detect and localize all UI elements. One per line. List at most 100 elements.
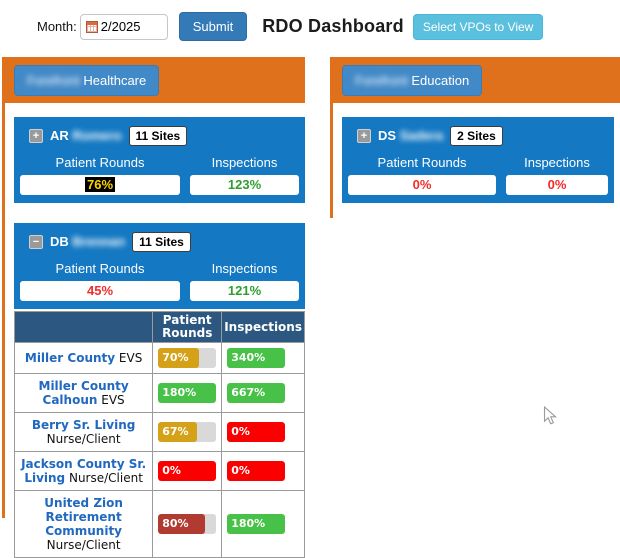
sites-badge: 11 Sites — [129, 126, 188, 146]
sites-badge: 2 Sites — [450, 126, 503, 146]
group-head: + AR Romero 11 Sites — [14, 126, 305, 145]
inspections-label: Inspections — [190, 261, 299, 276]
inspections-label: Inspections — [506, 155, 608, 170]
group-initials: AR — [50, 128, 69, 143]
progress-bar: 0% — [158, 461, 216, 481]
site-name-cell: Jackson County Sr. Living Nurse/Client — [15, 452, 153, 491]
patient-rounds-value: 45% — [20, 281, 180, 301]
site-type: Nurse/Client — [69, 471, 143, 485]
page-title: RDO Dashboard — [262, 16, 404, 37]
progress-bar: 70% — [158, 348, 216, 368]
group-card-ar: + AR Romero 11 Sites Patient Rounds Insp… — [14, 117, 305, 203]
site-link[interactable]: United Zion Retirement Community — [44, 496, 123, 538]
col-header-inspections: Inspections — [222, 312, 305, 343]
progress-bar: 340% — [227, 348, 285, 368]
inspections-label: Inspections — [190, 155, 299, 170]
inspections-cell: 0% — [222, 413, 305, 452]
site-type: EVS — [119, 351, 142, 365]
metric-values: 76% 123% — [14, 175, 305, 195]
healthcare-panel-header: Forefront Healthcare — [5, 57, 305, 103]
metric-labels: Patient Rounds Inspections — [342, 155, 614, 170]
group-card-db: − DB Brennan 11 Sites Patient Rounds Ins… — [14, 223, 305, 309]
bar-label: 180% — [231, 514, 265, 534]
brand-name-blurred: Forefront — [27, 73, 80, 88]
site-link[interactable]: Miller County — [25, 351, 115, 365]
metric-labels: Patient Rounds Inspections — [14, 155, 305, 170]
inspections-cell: 180% — [222, 491, 305, 558]
patient-rounds-value: 76% — [20, 175, 180, 195]
bar-label: 0% — [231, 461, 250, 481]
healthcare-brand-button[interactable]: Forefront Healthcare — [14, 65, 159, 96]
site-name-cell: Miller County Calhoun EVS — [15, 374, 153, 413]
top-toolbar: Month: 2/2025 Submit RDO Dashboard Selec… — [37, 12, 543, 41]
site-name-cell: United Zion Retirement Community Nurse/C… — [15, 491, 153, 558]
inspections-value: 0% — [506, 175, 608, 195]
patient-rounds-cell: 0% — [153, 452, 222, 491]
progress-bar: 180% — [227, 514, 285, 534]
site-type: Nurse/Client — [47, 432, 121, 446]
inspections-cell: 340% — [222, 343, 305, 374]
table-row: Jackson County Sr. Living Nurse/Client 0… — [15, 452, 305, 491]
group-surname-blurred: Romero — [72, 128, 121, 143]
site-link[interactable]: Berry Sr. Living — [32, 418, 136, 432]
empty-header-cell — [15, 312, 153, 343]
highlighted-value: 76% — [85, 177, 115, 192]
healthcare-panel: Forefront Healthcare + AR Romero 11 Site… — [2, 57, 305, 518]
group-name: DB Brennan — [50, 234, 125, 249]
table-row: Berry Sr. Living Nurse/Client 67% 0% — [15, 413, 305, 452]
patient-rounds-cell: 70% — [153, 343, 222, 374]
sites-badge: 11 Sites — [132, 232, 191, 252]
group-surname-blurred: Sadera — [400, 128, 443, 143]
group-surname-blurred: Brennan — [72, 234, 125, 249]
site-name-cell: Berry Sr. Living Nurse/Client — [15, 413, 153, 452]
col-header-patient-rounds: Patient Rounds — [153, 312, 222, 343]
progress-bar: 180% — [158, 383, 216, 403]
site-type: EVS — [101, 393, 124, 407]
education-brand-button[interactable]: Forefront Education — [342, 65, 482, 96]
education-panel: Forefront Education + DS Sadera 2 Sites … — [330, 57, 620, 218]
progress-bar: 80% — [158, 514, 216, 534]
patient-rounds-cell: 67% — [153, 413, 222, 452]
month-label: Month: — [37, 19, 77, 34]
table-row: Miller County EVS 70% 340% — [15, 343, 305, 374]
expand-icon[interactable]: + — [357, 129, 371, 143]
patient-rounds-label: Patient Rounds — [20, 155, 180, 170]
progress-bar: 0% — [227, 422, 285, 442]
metric-values: 0% 0% — [342, 175, 614, 195]
patient-rounds-cell: 80% — [153, 491, 222, 558]
progress-bar: 667% — [227, 383, 285, 403]
division-name: Education — [411, 73, 469, 88]
bar-label: 0% — [231, 422, 250, 442]
table-row: United Zion Retirement Community Nurse/C… — [15, 491, 305, 558]
table-header-row: Patient Rounds Inspections — [15, 312, 305, 343]
month-input[interactable]: 2/2025 — [80, 14, 168, 40]
inspections-value: 123% — [190, 175, 299, 195]
group-initials: DS — [378, 128, 396, 143]
site-type: Nurse/Client — [47, 538, 121, 552]
group-name: DS Sadera — [378, 128, 443, 143]
progress-bar: 67% — [158, 422, 216, 442]
bar-label: 80% — [162, 514, 188, 534]
inspections-cell: 667% — [222, 374, 305, 413]
patient-rounds-value: 0% — [348, 175, 496, 195]
bar-label: 180% — [162, 383, 196, 403]
calendar-icon[interactable] — [86, 21, 98, 33]
metric-values: 45% 121% — [14, 281, 305, 301]
submit-button[interactable]: Submit — [179, 12, 247, 41]
month-value: 2/2025 — [101, 19, 141, 34]
patient-rounds-label: Patient Rounds — [348, 155, 496, 170]
group-card-ds: + DS Sadera 2 Sites Patient Rounds Inspe… — [342, 117, 614, 203]
table-row: Miller County Calhoun EVS 180% 667% — [15, 374, 305, 413]
group-name: AR Romero — [50, 128, 122, 143]
group-head: + DS Sadera 2 Sites — [342, 126, 614, 145]
collapse-icon[interactable]: − — [29, 235, 43, 249]
site-name-cell: Miller County EVS — [15, 343, 153, 374]
patient-rounds-label: Patient Rounds — [20, 261, 180, 276]
mouse-cursor — [543, 406, 558, 432]
sites-table: Patient Rounds Inspections Miller County… — [14, 311, 305, 558]
patient-rounds-cell: 180% — [153, 374, 222, 413]
progress-bar: 0% — [227, 461, 285, 481]
select-vpos-button[interactable]: Select VPOs to View — [413, 14, 544, 40]
bar-label: 340% — [231, 348, 265, 368]
expand-icon[interactable]: + — [29, 129, 43, 143]
